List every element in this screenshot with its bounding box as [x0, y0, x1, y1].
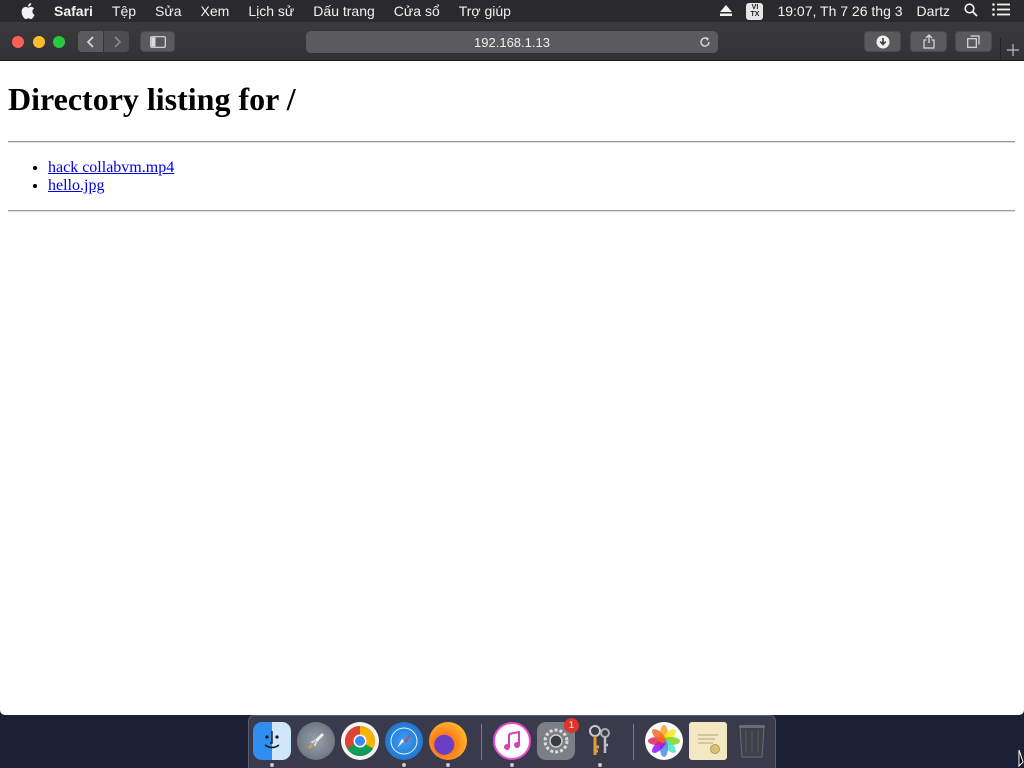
- itunes-running-indicator: [510, 763, 514, 767]
- dock-separator: [633, 724, 634, 760]
- menu-file[interactable]: Tệp: [112, 3, 136, 19]
- eject-icon[interactable]: [720, 3, 733, 19]
- user-name[interactable]: Dartz: [917, 3, 950, 19]
- dock-separator: [481, 724, 482, 760]
- window-zoom-button[interactable]: [53, 36, 65, 48]
- navigation-buttons: [78, 31, 129, 52]
- clock[interactable]: 19:07, Th 7 26 thg 3: [777, 3, 902, 19]
- forward-button[interactable]: [104, 31, 129, 52]
- sidebar-toggle-button[interactable]: [140, 31, 175, 52]
- list-item: hello.jpg: [48, 177, 174, 195]
- menu-app-safari[interactable]: Safari: [54, 3, 93, 19]
- finder-running-indicator: [270, 763, 274, 767]
- input-method-icon[interactable]: VI TX: [746, 2, 764, 20]
- menu-history[interactable]: Lịch sử: [248, 3, 294, 19]
- downloads-button[interactable]: [864, 31, 901, 52]
- spotlight-search-icon[interactable]: [964, 2, 978, 20]
- photos-icon[interactable]: [645, 722, 683, 760]
- tab-overview-button[interactable]: [955, 31, 992, 52]
- dock: 1: [248, 715, 776, 768]
- share-icon: [922, 34, 935, 49]
- itunes-icon[interactable]: [493, 722, 531, 760]
- input-method-label-top: VI: [751, 4, 759, 11]
- finder-icon[interactable]: [253, 722, 291, 760]
- chrome-icon[interactable]: [341, 722, 379, 760]
- menu-bookmarks[interactable]: Dấu trang: [313, 3, 374, 19]
- new-tab-button[interactable]: [1000, 38, 1024, 62]
- back-button[interactable]: [78, 31, 103, 52]
- address-text: 192.168.1.13: [474, 34, 550, 50]
- page-title: Directory listing for /: [8, 81, 296, 117]
- window-minimize-button[interactable]: [33, 36, 45, 48]
- divider-bottom: [8, 210, 1015, 212]
- firefox-icon[interactable]: [429, 722, 467, 760]
- window-close-button[interactable]: [12, 36, 24, 48]
- keychain-access-icon[interactable]: [581, 722, 619, 760]
- divider-top: [8, 141, 1015, 143]
- web-page: Directory listing for / hack collabvm.mp…: [0, 61, 1024, 715]
- file-list: hack collabvm.mp4 hello.jpg: [48, 159, 174, 195]
- sidebar-icon: [149, 35, 166, 48]
- share-button[interactable]: [910, 31, 947, 52]
- menu-view[interactable]: Xem: [201, 3, 230, 19]
- mouse-cursor-icon: [1018, 749, 1024, 768]
- plus-icon: [1006, 44, 1019, 56]
- tabs-icon: [967, 35, 980, 48]
- menu-help[interactable]: Trợ giúp: [459, 3, 511, 19]
- trash-icon[interactable]: [733, 722, 771, 760]
- file-link-image[interactable]: hello.jpg: [48, 177, 104, 194]
- apple-menu-icon[interactable]: [18, 0, 38, 22]
- menu-edit[interactable]: Sửa: [155, 3, 182, 19]
- safari-running-indicator: [402, 763, 406, 767]
- launchpad-icon[interactable]: [297, 722, 335, 760]
- notification-center-icon[interactable]: [992, 3, 1010, 19]
- chevron-left-icon: [86, 35, 94, 48]
- menu-bar: Safari Tệp Sửa Xem Lịch sử Dấu trang Cửa…: [0, 0, 1024, 22]
- safari-icon[interactable]: [385, 722, 423, 760]
- chevron-right-icon: [113, 35, 121, 48]
- system-preferences-icon[interactable]: 1: [537, 718, 579, 760]
- certificate-assistant-icon[interactable]: [689, 722, 727, 760]
- input-method-label-bottom: TX: [750, 11, 760, 18]
- address-bar[interactable]: 192.168.1.13: [306, 31, 718, 53]
- menu-window[interactable]: Cửa sổ: [394, 3, 440, 19]
- firefox-running-indicator: [446, 763, 450, 767]
- keychain-running-indicator: [598, 763, 602, 767]
- download-icon: [876, 35, 889, 48]
- browser-toolbar: 192.168.1.13: [0, 22, 1024, 62]
- notification-badge: 1: [564, 718, 579, 733]
- reload-icon[interactable]: [697, 34, 713, 50]
- file-link-video[interactable]: hack collabvm.mp4: [48, 159, 174, 176]
- list-item: hack collabvm.mp4: [48, 159, 174, 177]
